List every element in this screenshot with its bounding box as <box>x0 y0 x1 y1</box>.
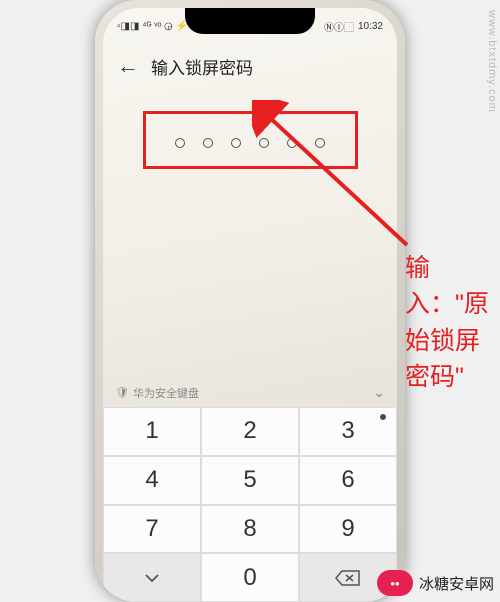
key-9[interactable]: 9 <box>299 505 397 554</box>
brand-text: 冰糖安卓网 <box>419 573 494 594</box>
pin-dot <box>231 138 241 148</box>
annotation-text: 输入："原始锁屏密码" <box>405 250 495 395</box>
collapse-keyboard-icon[interactable]: ⌄ <box>373 384 385 401</box>
key-4[interactable]: 4 <box>103 456 201 505</box>
key-7[interactable]: 7 <box>103 505 201 554</box>
key-3[interactable]: 3 <box>299 407 397 456</box>
pin-dot <box>287 138 297 148</box>
status-right-icons: ⓃⒾ⬚ <box>324 19 354 34</box>
pin-dot <box>203 138 213 148</box>
brand-badge: •• 冰糖安卓网 <box>377 570 494 596</box>
watermark-text: www.btxtdmy.com <box>484 0 500 123</box>
pin-dot <box>315 138 325 148</box>
status-time: 10:32 <box>358 21 383 32</box>
key-collapse[interactable] <box>103 553 201 602</box>
key-2[interactable]: 2 <box>201 407 299 456</box>
keyboard-label-row: 🛡 华为安全键盘 ⌄ <box>103 378 397 407</box>
numeric-keypad: 1 2 3 4 5 6 7 8 9 0 <box>103 407 397 602</box>
key-8[interactable]: 8 <box>201 505 299 554</box>
page-title: 输入锁屏密码 <box>151 54 253 79</box>
pin-dot <box>175 138 185 148</box>
keyboard-label: 华为安全键盘 <box>133 385 199 401</box>
backspace-icon <box>335 569 361 587</box>
key-5[interactable]: 5 <box>201 456 299 505</box>
brand-logo-icon: •• <box>377 570 413 596</box>
phone-frame: ▫◨◨ ⁴ᴳ ᵛᵒ ◶ ⚡ ⓃⒾ⬚ 10:32 ← 输入锁屏密码 🛡 华为安全键… <box>95 0 405 602</box>
key-6[interactable]: 6 <box>299 456 397 505</box>
title-bar: ← 输入锁屏密码 <box>103 46 397 86</box>
pin-input-area[interactable] <box>175 138 325 148</box>
back-icon[interactable]: ← <box>117 53 139 79</box>
key-0[interactable]: 0 <box>201 553 299 602</box>
pin-dot <box>259 138 269 148</box>
key-1[interactable]: 1 <box>103 407 201 456</box>
status-right: ⓃⒾ⬚ 10:32 <box>324 16 383 36</box>
chevron-down-icon <box>142 568 162 588</box>
notch <box>185 8 315 34</box>
shield-icon: 🛡 <box>115 386 129 399</box>
phone-screen: ▫◨◨ ⁴ᴳ ᵛᵒ ◶ ⚡ ⓃⒾ⬚ 10:32 ← 输入锁屏密码 🛡 华为安全键… <box>103 8 397 602</box>
status-left-icons: ▫◨◨ ⁴ᴳ ᵛᵒ ◶ ⚡ <box>117 16 188 36</box>
